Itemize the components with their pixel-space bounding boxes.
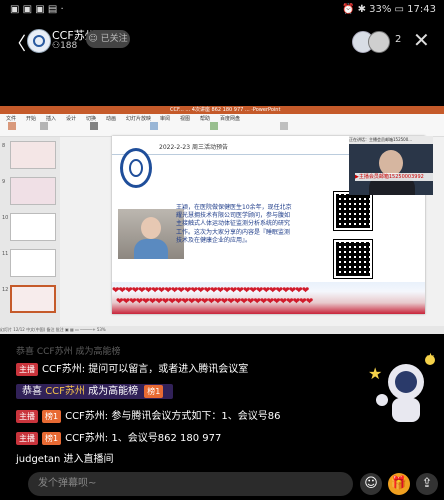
congrats-prefix: 恭喜 [22, 386, 42, 397]
ppt-ribbon: 文件 开始 插入 设计 切换 动画 幻灯片放映 审阅 视图 帮助 百度网盘 [0, 114, 444, 137]
heart-row: ❤❤❤❤❤❤❤❤❤❤❤❤❤❤❤❤❤❤❤❤❤❤❤❤❤❤❤❤❤❤ [116, 297, 313, 307]
level-badge: 榜1 [42, 431, 62, 445]
live-header: 〈 CCF苏州 ⚇188 ☺ 已关注 2 ✕ [0, 22, 444, 62]
gift-icon[interactable]: 🎁 [388, 473, 410, 495]
back-icon[interactable]: 〈 [8, 30, 26, 56]
slide-thumbnail[interactable] [10, 177, 56, 205]
chat-text: CCF苏州: 参与腾讯会议方式如下：1、会议号86 [65, 411, 281, 422]
congrats-user[interactable]: CCF苏州 [45, 386, 85, 397]
find-icon[interactable] [280, 122, 288, 130]
thumb-number: 8 [2, 143, 6, 149]
ribbon-tab[interactable]: 文件 [6, 115, 16, 122]
host-badge: 主播 [16, 431, 38, 445]
slide-thumbnail[interactable] [10, 249, 56, 277]
channel-avatar[interactable] [27, 29, 51, 53]
level-badge: 榜1 [144, 384, 164, 398]
ppt-status-bar: 幻灯片 12/12 中文(中国) 备注 批注 ▣ ▦ ▭ ─────+ 53% [0, 326, 444, 334]
ribbon-tab[interactable]: 设计 [66, 115, 76, 122]
paste-icon[interactable] [8, 122, 16, 130]
ccf-logo [120, 148, 152, 188]
ppt-title-bar: CCF... ... 4次讲座 862 180 977 ... ·PowerPo… [0, 106, 444, 114]
level-badge: 榜1 [42, 409, 62, 423]
ribbon-tab[interactable]: 切换 [86, 115, 96, 122]
webcam-speaking-bar: 正在讲话：主播会员邮箱152500... [349, 136, 433, 144]
host-badge: 主播 [16, 362, 38, 376]
ribbon-tab[interactable]: 百度网盘 [220, 115, 240, 122]
thumb-number: 10 [2, 215, 9, 221]
chat-message: 主播 榜1 CCF苏州: 1、会议号862 180 977 [16, 429, 221, 445]
follow-button[interactable]: ☺ 已关注 [86, 30, 130, 48]
ribbon-tab[interactable]: 开始 [26, 115, 36, 122]
emoji-icon[interactable]: ☺ [360, 473, 382, 495]
speaker-photo [118, 209, 184, 259]
chat-congrats: 恭喜 CCF苏州 成为高能榜 榜1 [16, 382, 174, 399]
system-status: ⏰ ✱ 33% ▭ 17:43 [341, 4, 436, 15]
ribbon-tab[interactable]: 视图 [180, 115, 190, 122]
chat-message: 主播 CCF苏州: 提问可以留言，或者进入腾讯会议室 [16, 360, 248, 376]
close-icon[interactable]: ✕ [413, 28, 430, 52]
chat-text: CCF苏州: 提问可以留言，或者进入腾讯会议室 [42, 364, 249, 375]
chat-area: 恭喜 CCF苏州 成为高能榜 主播 CCF苏州: 提问可以留言，或者进入腾讯会议室… [0, 344, 444, 469]
chat-text: CCF苏州: 1、会议号862 180 977 [65, 433, 222, 444]
bold-icon[interactable] [90, 122, 98, 130]
webcam-name-label: ▶主播会员邮箱15250003992 [355, 173, 433, 181]
thumb-number: 9 [2, 179, 6, 185]
heart-row: ❤❤❤❤❤❤❤❤❤❤❤❤❤❤❤❤❤❤❤❤❤❤❤❤❤❤❤❤❤❤ [112, 286, 309, 296]
speaker-intro: 王颖，在医院做保健医生10余年，现任北京耀光慧拥技术有限公司医学顾问，参与腹如主… [176, 204, 292, 244]
slide-thumbnails: 8 9 10 11 12 [0, 137, 60, 327]
audience-avatar[interactable] [368, 31, 390, 53]
slide-thumbnail-selected[interactable] [10, 285, 56, 313]
ribbon-tab[interactable]: 审阅 [160, 115, 170, 122]
chat-join-notice: judgetan 进入直播间 [16, 454, 114, 465]
new-slide-icon[interactable] [40, 122, 48, 130]
slide-thumbnail[interactable] [10, 213, 56, 241]
qr-code [333, 239, 373, 279]
ribbon-tab[interactable]: 动画 [106, 115, 116, 122]
bottom-bar: 发个弹幕呗~ ☺ 🎁 ⇪ [0, 469, 444, 500]
slide-thumbnail[interactable] [10, 141, 56, 169]
align-icon[interactable] [150, 122, 158, 130]
danmaku-input[interactable]: 发个弹幕呗~ [28, 472, 353, 496]
ribbon-tab[interactable]: 插入 [46, 115, 56, 122]
host-badge: 主播 [16, 409, 38, 423]
notification-icons: ▣ ▣ ▣ ▤ · [10, 4, 64, 15]
slide-date-line: 2022-2-23 周三活动预告 [159, 144, 228, 151]
shared-screen-powerpoint: CCF... ... 4次讲座 862 180 977 ... ·PowerPo… [0, 106, 444, 334]
chat-message: 主播 榜1 CCF苏州: 参与腾讯会议方式如下：1、会议号86 [16, 407, 280, 423]
speaker-webcam: 正在讲话：主播会员邮箱152500... ▶主播会员邮箱15250003992 [349, 136, 433, 195]
audience-count: 2 [395, 34, 402, 45]
congrats-suffix: 成为高能榜 [88, 386, 139, 397]
viewer-count: ⚇188 [52, 41, 78, 51]
status-bar: ▣ ▣ ▣ ▤ · ⏰ ✱ 33% ▭ 17:43 [0, 0, 444, 22]
share-icon[interactable]: ⇪ [416, 473, 438, 495]
thumb-number: 11 [2, 251, 9, 257]
congrats-highlight: 恭喜 CCF苏州 成为高能榜 榜1 [16, 384, 174, 399]
qr-code [333, 191, 373, 231]
ribbon-tab[interactable]: 幻灯片放映 [126, 115, 151, 122]
ppt-window-title: CCF... ... 4次讲座 862 180 977 ... ·PowerPo… [170, 107, 281, 113]
ribbon-tab[interactable]: 帮助 [200, 115, 210, 122]
shape-icon[interactable] [210, 122, 218, 130]
thumb-number: 12 [2, 287, 9, 293]
heart-banner: ❤❤❤❤❤❤❤❤❤❤❤❤❤❤❤❤❤❤❤❤❤❤❤❤❤❤❤❤❤❤ ❤❤❤❤❤❤❤❤❤… [112, 282, 425, 314]
chat-message-faded: 恭喜 CCF苏州 成为高能榜 [16, 347, 121, 357]
